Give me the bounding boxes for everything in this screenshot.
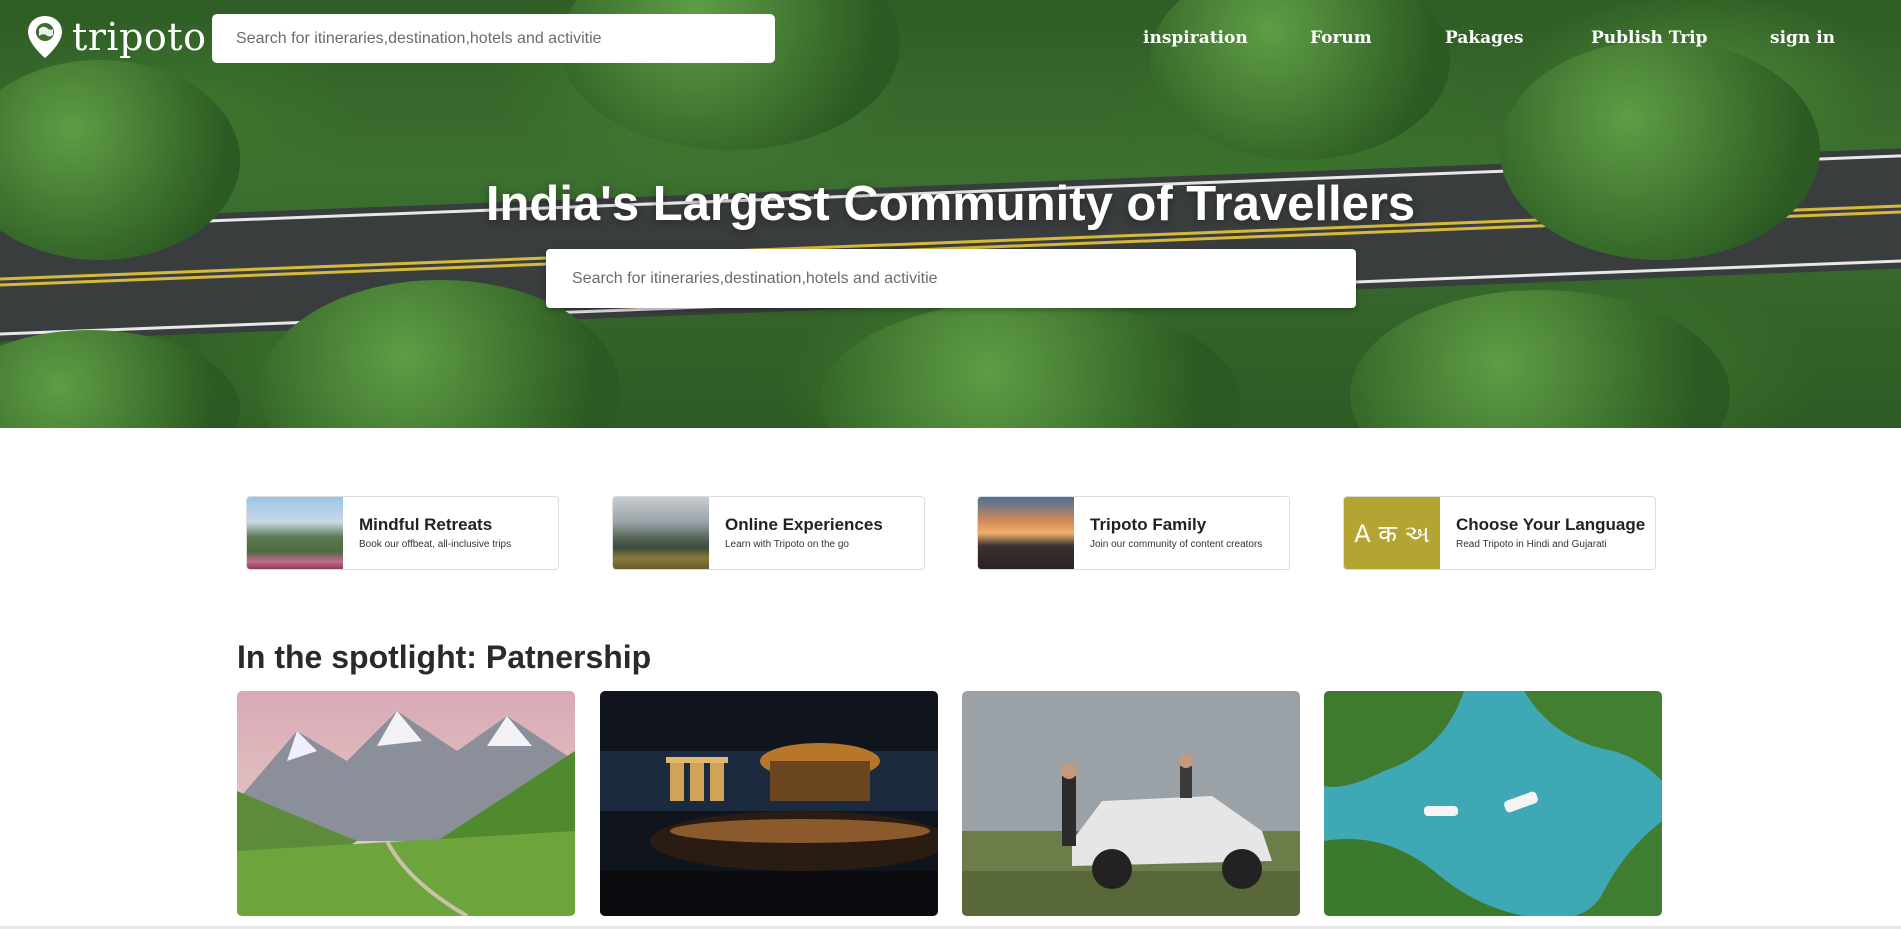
brand-logo[interactable]: tripoto — [26, 14, 206, 60]
category-title: Online Experiences — [725, 515, 883, 534]
hero-search-input[interactable]: Search for itineraries,destination,hotel… — [546, 249, 1356, 308]
language-thumbnail: A क અ — [1344, 497, 1440, 569]
language-glyphs: A क અ — [1354, 519, 1430, 548]
couple-with-suv-photo — [962, 691, 1300, 916]
mountain-valley-photo — [237, 691, 575, 916]
nav-search-input[interactable]: Search for itineraries,destination,hotel… — [212, 14, 775, 63]
spotlight-card-rooftop-bar[interactable] — [600, 691, 938, 916]
category-title: Choose Your Language — [1456, 515, 1646, 534]
category-subtitle: Read Tripoto in Hindi and Gujarati — [1456, 539, 1607, 550]
brand-name: tripoto — [72, 15, 207, 59]
rooftop-bar-photo — [600, 691, 938, 916]
mindful-retreats-thumbnail — [247, 497, 343, 569]
nav-link-packages[interactable]: Pakages — [1445, 28, 1523, 48]
online-experiences-thumbnail — [613, 497, 709, 569]
nav-link-inspiration[interactable]: inspiration — [1143, 28, 1248, 48]
spotlight-card-couple-suv[interactable] — [962, 691, 1300, 916]
category-title: Tripoto Family — [1090, 515, 1207, 534]
tripoto-family-thumbnail — [978, 497, 1074, 569]
category-subtitle: Book our offbeat, all-inclusive trips — [359, 539, 512, 550]
category-card-online-experiences[interactable]: Online Experiences Learn with Tripoto on… — [612, 496, 925, 570]
category-subtitle: Join our community of content creators — [1090, 539, 1263, 550]
top-nav: tripoto Search for itineraries,destinati… — [0, 0, 1901, 78]
mangrove-boats-photo — [1324, 691, 1662, 916]
spotlight-title: In the spotlight: Patnership — [237, 639, 652, 675]
nav-link-forum[interactable]: Forum — [1310, 28, 1372, 48]
nav-link-sign-in[interactable]: sign in — [1770, 28, 1835, 48]
spotlight-card-mountain-valley[interactable] — [237, 691, 575, 916]
spotlight-card-mangrove-boats[interactable] — [1324, 691, 1662, 916]
hero-title: India's Largest Community of Travellers — [485, 177, 1416, 231]
category-card-tripoto-family[interactable]: Tripoto Family Join our community of con… — [977, 496, 1290, 570]
category-subtitle: Learn with Tripoto on the go — [725, 539, 849, 550]
category-card-choose-language[interactable]: A क અ Choose Your Language Read Tripoto … — [1343, 496, 1656, 570]
nav-link-publish-trip[interactable]: Publish Trip — [1591, 28, 1708, 48]
location-pin-icon — [26, 14, 64, 60]
category-title: Mindful Retreats — [359, 515, 493, 534]
category-card-mindful-retreats[interactable]: Mindful Retreats Book our offbeat, all-i… — [246, 496, 559, 570]
